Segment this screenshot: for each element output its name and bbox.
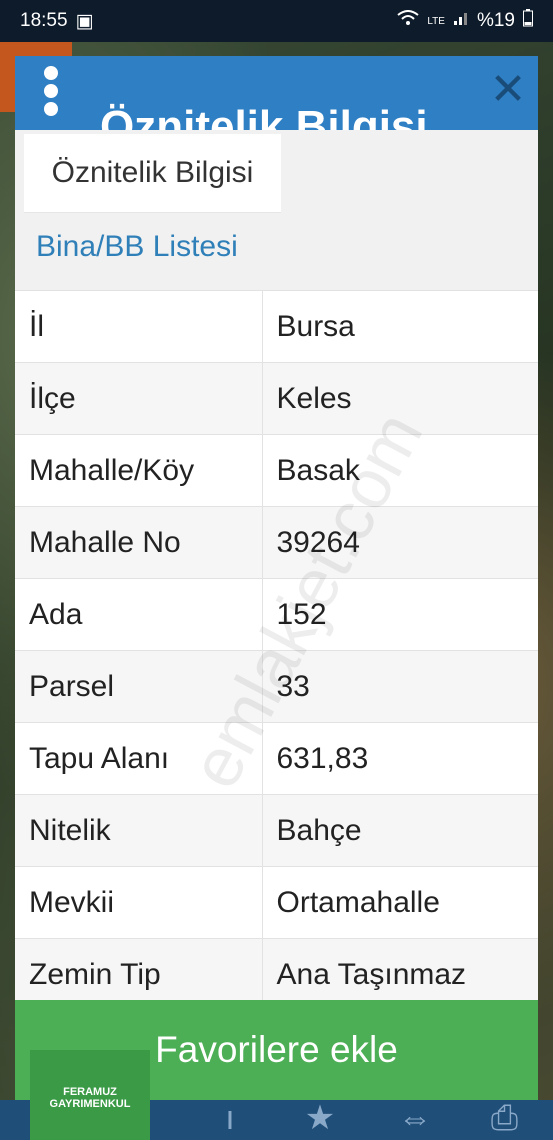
- attribute-key: Ada: [15, 578, 263, 651]
- attribute-value: Basak: [262, 434, 538, 507]
- attribute-key: Mevkii: [15, 866, 263, 939]
- attribute-value: 33: [262, 650, 538, 723]
- network-label: LTE: [427, 15, 445, 27]
- table-row: İl Bursa: [15, 290, 538, 363]
- attribute-key: Nitelik: [15, 794, 263, 867]
- attribute-key: İl: [15, 290, 263, 363]
- attribute-key: Tapu Alanı: [15, 722, 263, 795]
- table-row: Parsel 33: [15, 650, 538, 723]
- tab-attribute-info[interactable]: Öznitelik Bilgisi: [24, 134, 281, 213]
- building-list-link[interactable]: Bina/BB Listesi: [36, 230, 238, 264]
- attribute-value: 152: [262, 578, 538, 651]
- table-row: Mahalle/Köy Basak: [15, 434, 538, 507]
- attribute-key: Mahalle/Köy: [15, 434, 263, 507]
- dialog-body: Öznitelik Bilgisi Bina/BB Listesi İl Burs…: [15, 130, 538, 1010]
- agency-logo: FERAMUZ GAYRIMENKUL: [30, 1050, 150, 1140]
- logo-text: FERAMUZ GAYRIMENKUL: [49, 1086, 131, 1110]
- table-row: Nitelik Bahçe: [15, 794, 538, 867]
- dialog-header: Öznitelik Bilgisi ✕: [15, 56, 538, 132]
- attribute-key: İlçe: [15, 362, 263, 435]
- gallery-icon: ▣: [75, 10, 94, 32]
- table-row: Ada 152: [15, 578, 538, 651]
- print-icon[interactable]: ⎙: [482, 1100, 527, 1136]
- star-icon[interactable]: ★: [300, 1100, 340, 1136]
- info-icon[interactable]: ı: [215, 1100, 245, 1136]
- attribute-value: 631,83: [262, 722, 538, 795]
- arrows-icon[interactable]: ⇔: [390, 1100, 440, 1136]
- dialog-title: Öznitelik Bilgisi: [100, 102, 428, 132]
- attribute-value: 39264: [262, 506, 538, 579]
- signal-icon: [453, 10, 469, 32]
- table-row: İlçe Keles: [15, 362, 538, 435]
- close-icon[interactable]: ✕: [488, 68, 528, 112]
- attribute-value: Bursa: [262, 290, 538, 363]
- attribute-value: Ortamahalle: [262, 866, 538, 939]
- wifi-icon: [397, 10, 419, 32]
- status-bar: 18:55 ▣ LTE %19: [0, 0, 553, 42]
- attribute-table: İl Bursa İlçe Keles Mahalle/Köy Basak Mahalle …: [15, 290, 538, 1010]
- table-row: Mevkii Ortamahalle: [15, 866, 538, 939]
- battery-icon: [523, 9, 533, 33]
- table-row: Mahalle No 39264: [15, 506, 538, 579]
- attribute-key: Parsel: [15, 650, 263, 723]
- table-row: Tapu Alanı 631,83: [15, 722, 538, 795]
- battery-percent: %19: [476, 10, 515, 31]
- attribute-value: Bahçe: [262, 794, 538, 867]
- attribute-value: Keles: [262, 362, 538, 435]
- kebab-menu-icon[interactable]: [41, 66, 61, 118]
- clock: 18:55: [20, 10, 68, 31]
- attribute-key: Mahalle No: [15, 506, 263, 579]
